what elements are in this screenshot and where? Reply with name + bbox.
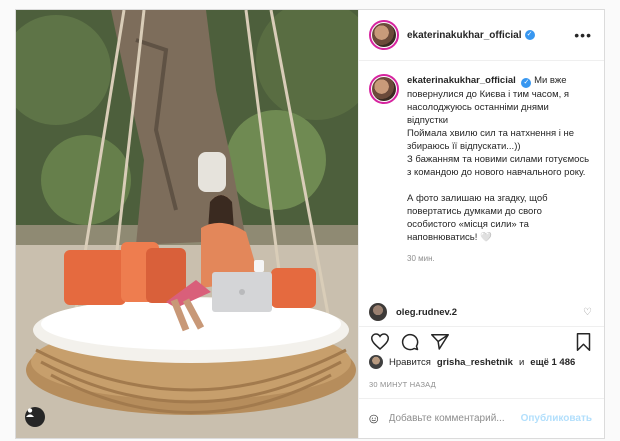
user-tag-icon[interactable] bbox=[25, 407, 45, 427]
likes-count[interactable]: ещё 1 486 bbox=[530, 357, 575, 368]
likes-and: и bbox=[518, 356, 525, 368]
comment-input[interactable] bbox=[388, 413, 521, 424]
caption: ekaterinakukhar_official ✓ Ми вже поверн… bbox=[369, 74, 592, 265]
heart-icon[interactable] bbox=[369, 331, 391, 353]
more-icon[interactable]: ••• bbox=[574, 27, 592, 43]
post-header: ekaterinakukhar_official ✓ ••• bbox=[359, 10, 604, 61]
verified-icon: ✓ bbox=[521, 78, 532, 88]
caption-section: ekaterinakukhar_official ✓ Ми вже поверн… bbox=[359, 62, 604, 307]
caption-text: Поймала хвилю сил та натхнення і не збир… bbox=[407, 128, 575, 152]
caption-username[interactable]: ekaterinakukhar_official bbox=[407, 75, 516, 86]
author-username[interactable]: ekaterinakukhar_official bbox=[407, 30, 522, 41]
comment-icon[interactable] bbox=[399, 331, 421, 353]
liker-username[interactable]: grisha_reshetnik bbox=[437, 357, 513, 368]
liker-avatar[interactable] bbox=[369, 355, 383, 369]
share-icon[interactable] bbox=[429, 331, 451, 353]
post-photo[interactable] bbox=[16, 10, 358, 438]
commenter-username[interactable]: oleg.rudnev.2 bbox=[396, 307, 457, 318]
post-timestamp[interactable]: 30 МИНУТ НАЗАД bbox=[369, 380, 436, 389]
likes-summary: Нравится grisha_reshetnik и ещё 1 486 bbox=[369, 355, 575, 369]
user-tag-glyph bbox=[26, 408, 34, 417]
emoji-icon[interactable] bbox=[369, 409, 379, 429]
caption-body: ekaterinakukhar_official ✓ Ми вже поверн… bbox=[407, 74, 592, 265]
caption-text: З бажанням та новими силами готуємось з … bbox=[407, 154, 590, 178]
instagram-post: ekaterinakukhar_official ✓ ••• ekaterina… bbox=[15, 9, 605, 439]
comment-preview: oleg.rudnev.2 ♡ bbox=[369, 303, 592, 321]
action-bar bbox=[359, 326, 604, 352]
commenter-avatar[interactable] bbox=[369, 303, 387, 321]
verified-icon: ✓ bbox=[524, 30, 535, 40]
publish-button[interactable]: Опубликовать bbox=[521, 413, 592, 424]
likes-prefix: Нравится bbox=[389, 356, 431, 368]
author-avatar[interactable] bbox=[369, 20, 399, 50]
caption-line: ekaterinakukhar_official ✓ Ми вже поверн… bbox=[407, 74, 592, 127]
bookmark-icon[interactable] bbox=[572, 331, 594, 353]
caption-time[interactable]: 30 мин. bbox=[407, 252, 592, 265]
comment-like-icon[interactable]: ♡ bbox=[583, 307, 592, 318]
add-comment-bar: Опубликовать bbox=[359, 398, 604, 438]
caption-text: А фото залишаю на згадку, щоб повертатис… bbox=[407, 193, 548, 243]
caption-avatar[interactable] bbox=[369, 74, 399, 104]
post-sidebar: ekaterinakukhar_official ✓ ••• ekaterina… bbox=[358, 10, 604, 438]
photo-illustration bbox=[16, 10, 358, 438]
